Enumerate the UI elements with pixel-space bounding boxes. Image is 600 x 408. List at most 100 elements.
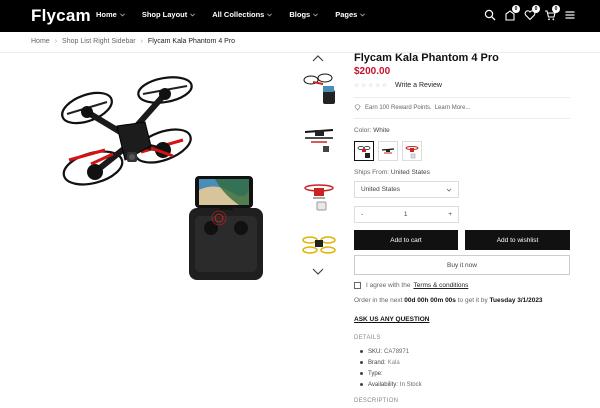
compare-icon[interactable]: 0: [504, 5, 520, 21]
chevron-down-icon: [190, 13, 196, 17]
ships-from-label: Ships From:: [354, 169, 390, 176]
nav-label: All Collections: [212, 10, 265, 19]
order-delivery-date: Tuesday 3/1/2023: [489, 297, 543, 304]
drone-with-controller-image: [61, 76, 263, 280]
star-rating: ☆ ☆ ☆ ☆ ☆: [354, 83, 389, 89]
color-label-row: Color: White: [354, 127, 390, 134]
breadcrumb-parent[interactable]: Shop List Right Sidebar: [62, 38, 136, 45]
reward-points-row: Earn 100 Reward Points. Learn More...: [354, 104, 470, 111]
product-title: Flycam Kala Phantom 4 Pro: [354, 52, 499, 64]
quantity-increment-button[interactable]: +: [448, 211, 452, 218]
description-heading: DESCRIPTION: [354, 398, 399, 404]
detail-value: In Stock: [399, 381, 422, 388]
detail-value[interactable]: Kala: [388, 360, 400, 366]
breadcrumb-separator: ›: [54, 38, 58, 45]
detail-availability: Availability: In Stock: [360, 379, 422, 390]
menu-icon[interactable]: [564, 9, 576, 21]
add-to-cart-button[interactable]: Add to cart: [354, 230, 458, 250]
detail-type: Type:: [360, 368, 422, 379]
color-swatch-1[interactable]: [354, 141, 374, 161]
terms-checkbox[interactable]: [354, 282, 361, 289]
nav-label: Home: [96, 10, 117, 19]
detail-key: Brand:: [368, 359, 386, 366]
nav-label: Shop Layout: [141, 10, 188, 19]
details-heading: DETAILS: [354, 335, 381, 341]
star-icon: ☆: [382, 82, 388, 89]
learn-more-link[interactable]: Learn More...: [435, 105, 471, 111]
color-value: White: [373, 127, 390, 134]
order-middle: to get it by: [457, 297, 488, 304]
order-prefix: Order in the next: [354, 297, 403, 304]
detail-key: SKU:: [368, 348, 383, 355]
quantity-stepper: - 1 +: [354, 206, 459, 223]
thumbnail-4[interactable]: [301, 228, 337, 264]
color-swatch-3[interactable]: [402, 141, 422, 161]
chevron-down-icon: [119, 13, 125, 17]
color-swatch-2[interactable]: [378, 141, 398, 161]
ships-from-select[interactable]: United States: [354, 181, 459, 198]
star-icon: ☆: [368, 82, 374, 89]
detail-key: Type:: [368, 370, 383, 377]
details-list: SKU: CA78971 Brand: Kala Type: Availabilit…: [360, 346, 422, 390]
agree-text: I agree with the: [366, 282, 411, 289]
color-label: Color:: [354, 127, 372, 134]
breadcrumb-separator: ›: [140, 38, 143, 45]
ships-from-label-row: Ships From: United States: [354, 169, 430, 176]
chevron-down-icon[interactable]: [311, 266, 325, 276]
cart-count-badge: 0: [552, 5, 560, 13]
nav-item-blogs[interactable]: Blogs: [289, 10, 319, 19]
detail-brand: Brand: Kala: [360, 357, 422, 368]
ships-from-selected: United States: [361, 186, 401, 193]
chevron-down-icon: [446, 188, 452, 192]
chevron-down-icon: [360, 13, 366, 17]
divider: [354, 97, 570, 98]
write-review-link[interactable]: Write a Review: [395, 82, 442, 89]
compare-count-badge: 0: [512, 5, 520, 13]
chevron-down-icon: [267, 13, 273, 17]
product-price: $200.00: [354, 66, 391, 77]
header-icons: 0 0 0: [476, 5, 576, 21]
rating-row: ☆ ☆ ☆ ☆ ☆ Write a Review: [354, 82, 442, 89]
bullet: [360, 383, 363, 386]
main-nav: Home Shop Layout All Collections Blogs P…: [96, 10, 382, 19]
color-swatches: [354, 141, 426, 161]
thumbnail-3[interactable]: [301, 176, 337, 212]
ask-question-link[interactable]: ASK US ANY QUESTION: [354, 316, 429, 323]
terms-link[interactable]: Terms & conditions: [413, 282, 468, 289]
buy-now-button[interactable]: Buy it now: [354, 255, 570, 275]
cart-icon[interactable]: 0: [544, 5, 560, 21]
detail-sku: SKU: CA78971: [360, 346, 422, 357]
breadcrumb-home[interactable]: Home: [31, 38, 50, 45]
diamond-icon: [354, 104, 361, 111]
nav-label: Pages: [335, 10, 358, 19]
quantity-input[interactable]: 1: [404, 211, 408, 218]
star-icon: ☆: [375, 82, 381, 89]
heart-icon[interactable]: 0: [524, 5, 540, 21]
chevron-down-icon: [313, 13, 319, 17]
site-logo[interactable]: Flycam: [31, 6, 91, 26]
bullet: [360, 361, 363, 364]
quantity-decrement-button[interactable]: -: [361, 211, 363, 218]
nav-item-all-collections[interactable]: All Collections: [212, 10, 273, 19]
nav-label: Blogs: [289, 10, 311, 19]
wishlist-count-badge: 0: [532, 5, 540, 13]
reward-text: Earn 100 Reward Points.: [365, 104, 432, 111]
thumbnail-2[interactable]: [301, 120, 337, 156]
ships-from-value: United States: [390, 169, 430, 176]
add-to-wishlist-button[interactable]: Add to wishlist: [465, 230, 570, 250]
nav-item-home[interactable]: Home: [96, 10, 126, 19]
thumbnail-1[interactable]: [301, 70, 337, 106]
product-main-image[interactable]: [55, 68, 275, 283]
search-icon[interactable]: [484, 9, 496, 21]
thumbnail-gallery: [297, 54, 341, 276]
star-icon: ☆: [354, 82, 360, 89]
nav-item-pages[interactable]: Pages: [335, 10, 366, 19]
star-icon: ☆: [361, 82, 367, 89]
breadcrumb: Home › Shop List Right Sidebar › Flycam …: [31, 38, 235, 45]
site-header: Flycam Home Shop Layout All Collections …: [0, 0, 600, 32]
breadcrumb-current: Flycam Kala Phantom 4 Pro: [147, 38, 236, 45]
nav-item-shop-layout[interactable]: Shop Layout: [142, 10, 196, 19]
chevron-up-icon[interactable]: [311, 54, 325, 64]
breadcrumb-divider: [0, 52, 600, 53]
detail-value: CA78971: [384, 348, 410, 355]
